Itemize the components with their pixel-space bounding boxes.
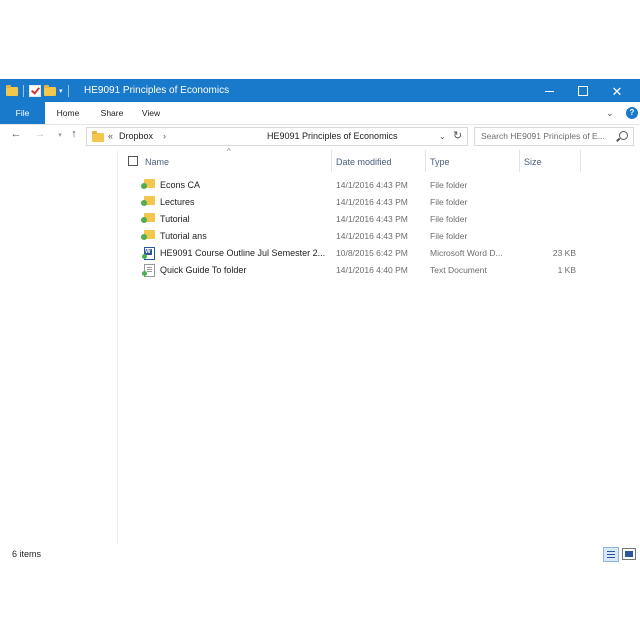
file-name: Tutorial	[160, 214, 190, 224]
quick-access-toolbar: ▾	[6, 84, 71, 98]
file-size: 23 KB	[552, 248, 576, 258]
close-icon: ✕	[611, 83, 623, 99]
address-bar[interactable]: « Dropbox › HE9091 Principles of Economi…	[86, 127, 468, 146]
new-folder-icon[interactable]	[44, 84, 56, 96]
file-row[interactable]: Quick Guide To folder 14/1/2016 4:40 PM …	[118, 261, 588, 278]
file-type: Microsoft Word D...	[430, 248, 503, 258]
file-type: File folder	[430, 214, 468, 224]
help-icon[interactable]: ?	[626, 107, 638, 119]
folder-icon	[92, 131, 104, 142]
file-size: 1 KB	[557, 265, 576, 275]
file-date: 14/1/2016 4:40 PM	[336, 265, 408, 275]
synced-folder-icon	[141, 179, 155, 189]
ribbon: File Home Share View ⌄ ?	[0, 102, 640, 125]
column-divider[interactable]	[331, 150, 332, 172]
folder-icon	[6, 84, 18, 96]
search-input[interactable]: Search HE9091 Principles of E...	[481, 131, 617, 141]
overflow-chevron[interactable]: «	[108, 131, 113, 141]
file-type: Text Document	[430, 265, 487, 275]
navigation-bar: ← → ▾ ↑ « Dropbox › HE9091 Principles of…	[0, 124, 640, 148]
text-document-icon	[142, 264, 155, 277]
chevron-down-icon[interactable]: ▾	[59, 87, 63, 95]
search-box[interactable]: Search HE9091 Principles of E...	[474, 127, 634, 146]
forward-arrow-icon[interactable]: →	[32, 128, 48, 140]
file-name: HE9091 Course Outline Jul Semester 2...	[160, 248, 326, 258]
divider	[67, 85, 69, 97]
file-date: 14/1/2016 4:43 PM	[336, 214, 408, 224]
divider	[23, 85, 24, 97]
sort-ascending-icon: ^	[227, 147, 231, 156]
chevron-down-icon[interactable]: ⌄	[439, 132, 446, 141]
title-bar: ▾ HE9091 Principles of Economics ✕	[0, 80, 640, 102]
expand-ribbon-icon[interactable]: ⌄	[606, 108, 614, 119]
column-header-date[interactable]: Date modified	[336, 157, 392, 167]
file-type: File folder	[430, 180, 468, 190]
file-date: 14/1/2016 4:43 PM	[336, 180, 408, 190]
column-divider[interactable]	[519, 150, 520, 172]
file-name: Lectures	[160, 197, 195, 207]
synced-folder-icon	[141, 213, 155, 223]
column-header-name[interactable]: Name	[145, 157, 169, 167]
synced-folder-icon	[141, 230, 155, 240]
column-header-type[interactable]: Type	[430, 157, 450, 167]
file-date: 14/1/2016 4:43 PM	[336, 231, 408, 241]
breadcrumb-separator[interactable]: ›	[163, 131, 166, 141]
window-title: HE9091 Principles of Economics	[84, 85, 230, 96]
column-header-row: ^ Name Date modified Type Size	[118, 147, 640, 172]
file-row[interactable]: HE9091 Course Outline Jul Semester 2... …	[118, 244, 588, 261]
file-name: Econs CA	[160, 180, 201, 190]
maximize-icon	[578, 86, 588, 96]
file-row[interactable]: Lectures 14/1/2016 4:43 PM File folder	[118, 193, 588, 210]
status-bar: 6 items	[0, 545, 640, 563]
column-header-size[interactable]: Size	[524, 157, 542, 167]
select-all-checkbox[interactable]	[128, 156, 138, 166]
file-date: 10/8/2015 6:42 PM	[336, 248, 408, 258]
minimize-icon	[544, 90, 554, 92]
file-type: File folder	[430, 197, 468, 207]
details-view-icon[interactable]	[603, 547, 619, 562]
file-explorer-window: ▾ HE9091 Principles of Economics ✕ File …	[0, 79, 640, 563]
minimize-button[interactable]	[532, 80, 566, 102]
breadcrumb-dropbox[interactable]: Dropbox	[119, 131, 153, 141]
search-icon	[619, 131, 628, 140]
back-arrow-icon[interactable]: ←	[8, 128, 24, 140]
tab-share[interactable]: Share	[94, 102, 130, 124]
file-row[interactable]: Tutorial ans 14/1/2016 4:43 PM File fold…	[118, 227, 588, 244]
file-name: Tutorial ans	[160, 231, 207, 241]
synced-folder-icon	[141, 196, 155, 206]
file-name: Quick Guide To folder	[160, 265, 247, 275]
file-row[interactable]: Tutorial 14/1/2016 4:43 PM File folder	[118, 210, 588, 227]
file-row[interactable]: Econs CA 14/1/2016 4:43 PM File folder	[118, 176, 588, 193]
large-icons-view-icon[interactable]	[622, 548, 636, 560]
item-count: 6 items	[12, 549, 42, 559]
up-arrow-icon[interactable]: ↑	[66, 128, 82, 140]
file-date: 14/1/2016 4:43 PM	[336, 197, 408, 207]
breadcrumb-current[interactable]: HE9091 Principles of Economics	[267, 131, 398, 141]
properties-icon[interactable]	[29, 85, 41, 97]
close-button[interactable]: ✕	[600, 80, 634, 102]
column-divider[interactable]	[425, 150, 426, 172]
word-document-icon	[142, 247, 155, 260]
column-divider[interactable]	[580, 150, 581, 172]
tab-file[interactable]: File	[0, 102, 45, 124]
file-type: File folder	[430, 231, 468, 241]
tab-view[interactable]: View	[135, 102, 167, 124]
tab-home[interactable]: Home	[50, 102, 86, 124]
refresh-icon[interactable]: ↻	[453, 129, 462, 142]
maximize-button[interactable]	[566, 80, 600, 102]
